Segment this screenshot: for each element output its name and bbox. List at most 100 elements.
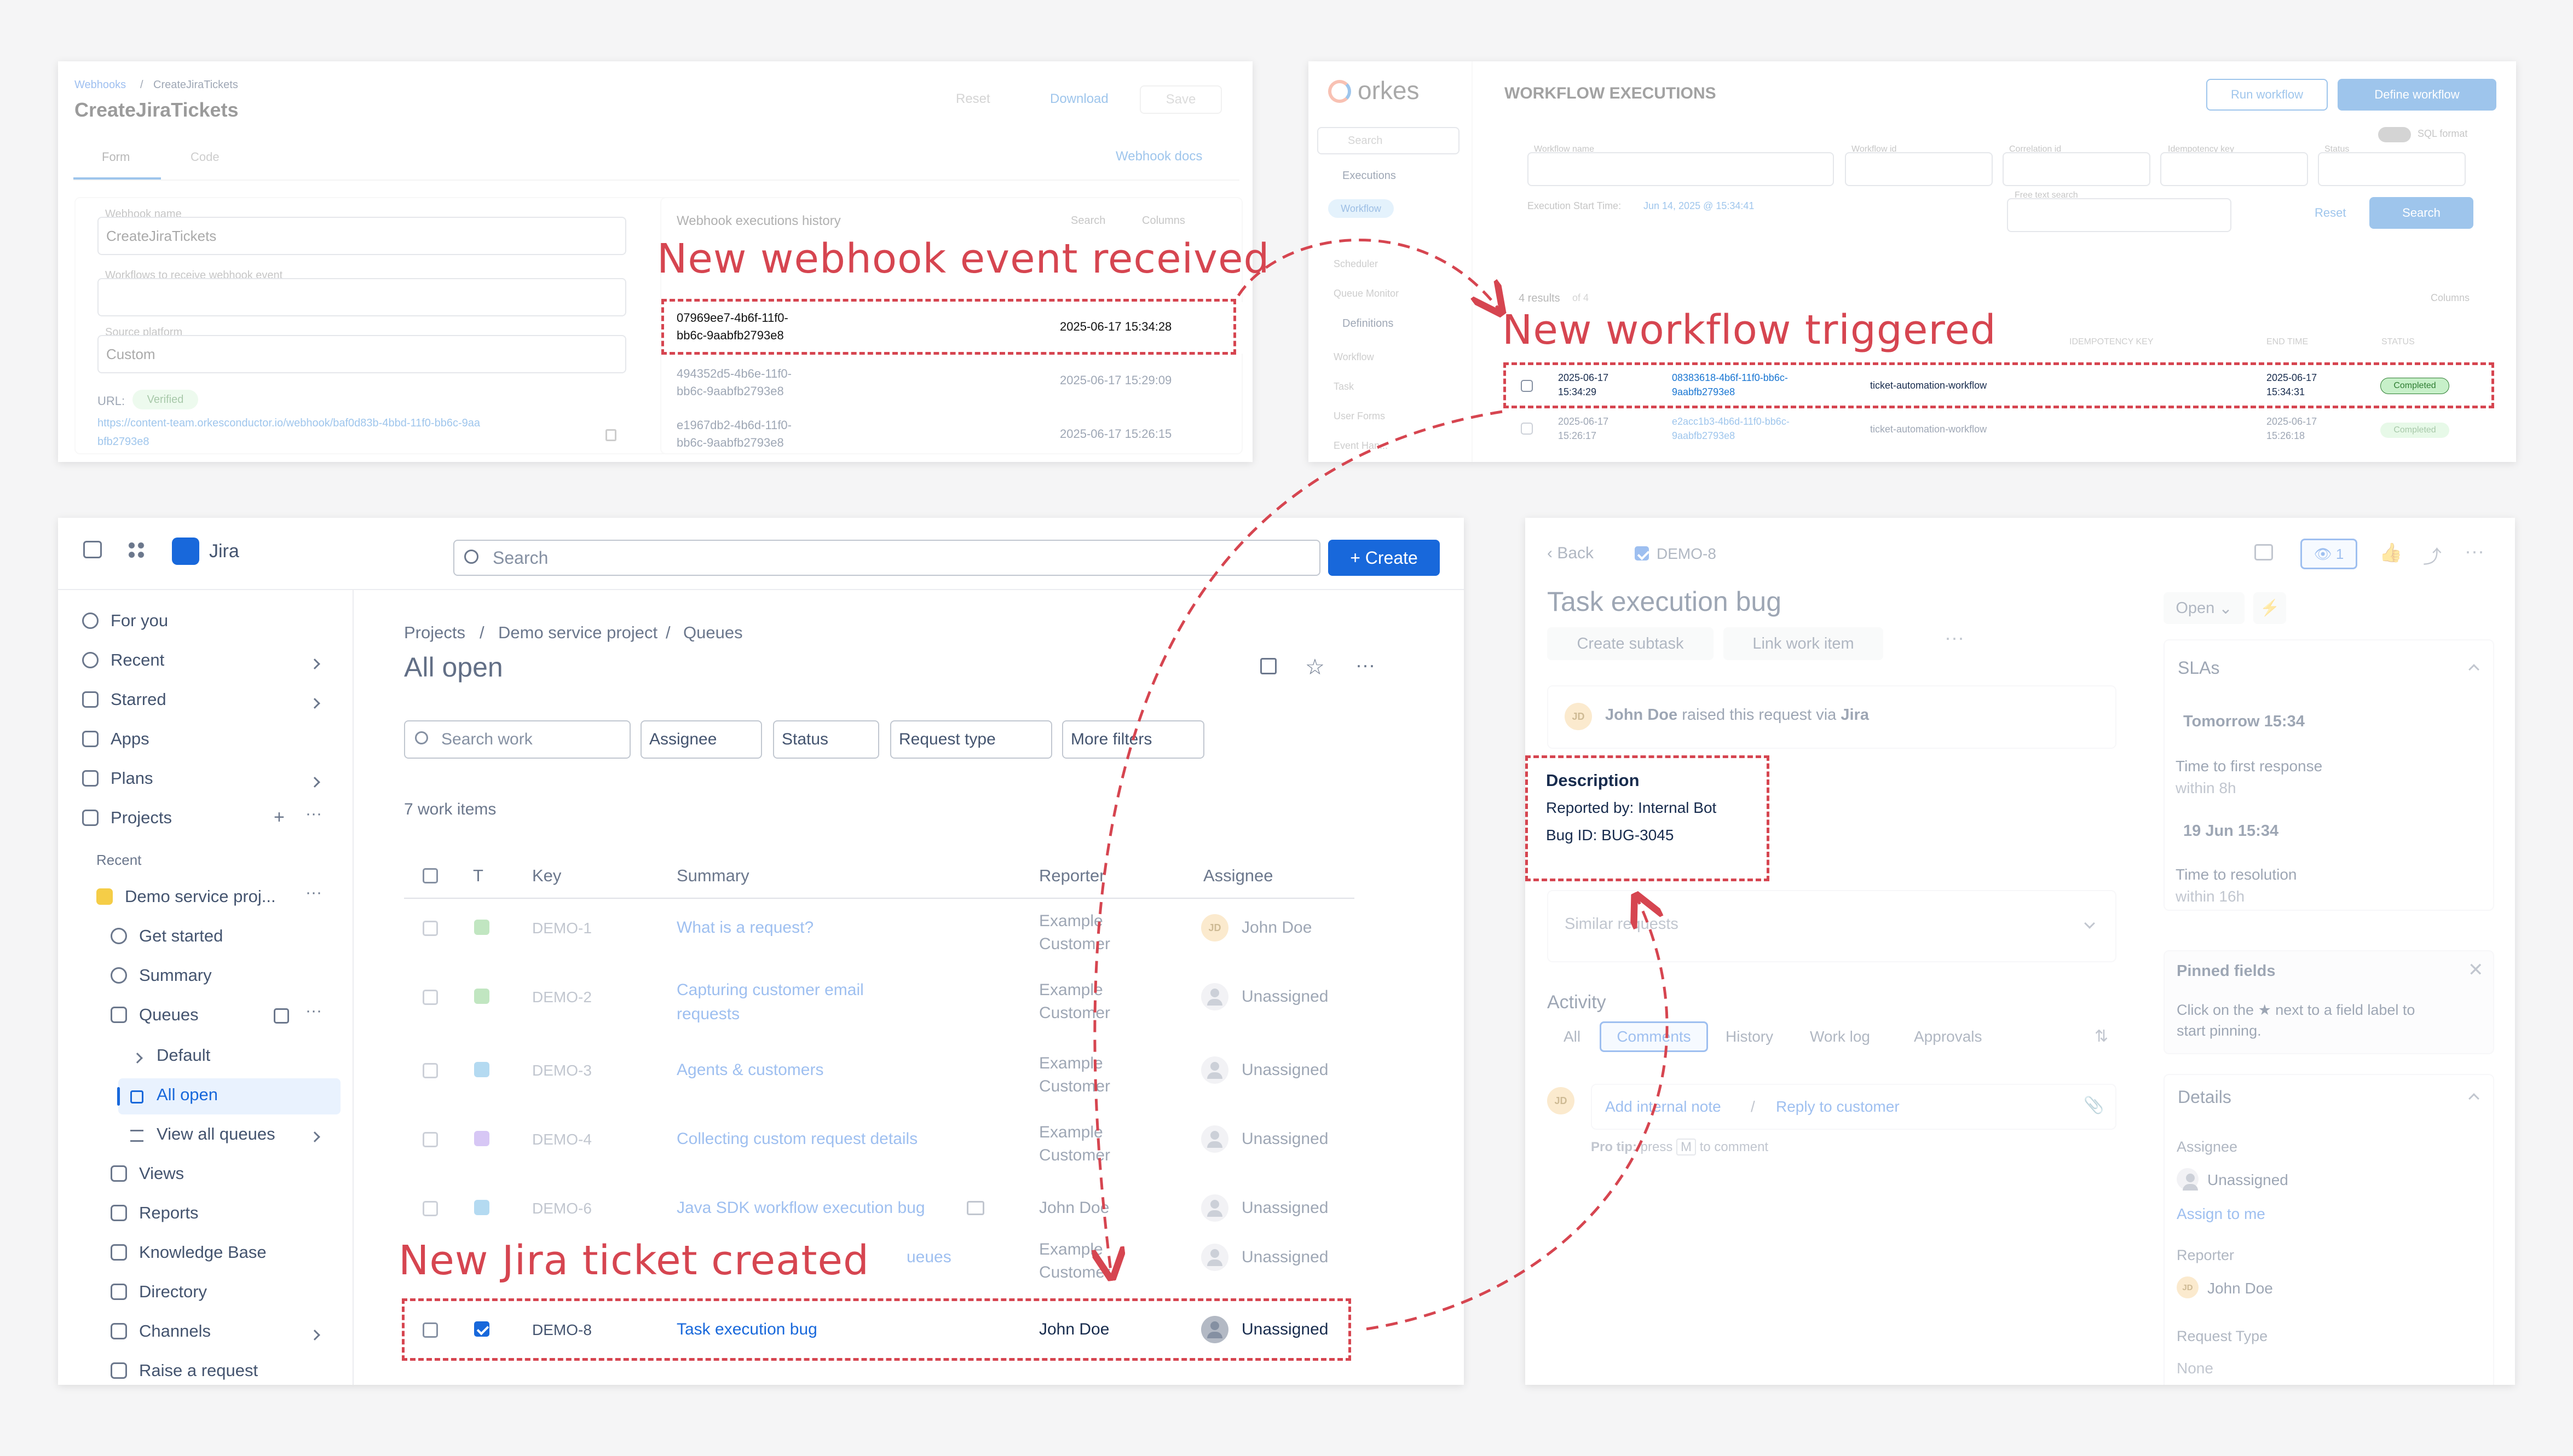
history-search[interactable]: Search (1071, 215, 1105, 227)
more-icon[interactable]: ··· (2465, 540, 2484, 563)
assignee-value[interactable]: Unassigned (2207, 1171, 2288, 1189)
nav-queues[interactable]: Queues (111, 1005, 199, 1025)
attach-icon[interactable]: 📎 (2084, 1096, 2104, 1115)
nav-definitions[interactable]: Definitions (1342, 317, 1393, 330)
tab-form[interactable]: Form (102, 150, 130, 164)
tab-history[interactable]: History (1726, 1028, 1773, 1045)
nav-for-you[interactable]: For you (82, 611, 168, 631)
idempotency-input[interactable] (2160, 152, 2308, 186)
more-icon[interactable]: ··· (305, 883, 322, 902)
reset-button[interactable]: Reset (2315, 206, 2346, 220)
free-text-input[interactable] (2007, 198, 2231, 232)
watch-button[interactable]: 👁 1 (2300, 539, 2357, 569)
nav-get-started[interactable]: Get started (111, 926, 223, 946)
row-checkbox[interactable] (423, 1201, 438, 1216)
nav-all-open-active[interactable] (118, 1078, 341, 1114)
share-icon[interactable] (1260, 658, 1277, 674)
orkes-search[interactable]: Search (1317, 127, 1459, 154)
workflow-name-input[interactable] (1527, 152, 1834, 186)
webhook-name-field[interactable]: CreateJiraTickets (97, 217, 626, 255)
correlation-id-input[interactable] (2003, 152, 2150, 186)
reset-button[interactable]: Reset (956, 91, 990, 107)
ticket-title[interactable]: Task execution bug (1547, 586, 1781, 617)
row-assignee[interactable]: Unassigned (1242, 1130, 1328, 1148)
row-assignee[interactable]: Unassigned (1242, 1248, 1328, 1267)
row-checkbox[interactable] (423, 990, 438, 1005)
assignee-filter[interactable]: Assignee (641, 720, 762, 759)
nav-user-forms[interactable]: User Forms (1334, 411, 1385, 422)
row-summary[interactable]: What is a request? (677, 918, 814, 937)
more-icon[interactable]: ··· (1945, 626, 1964, 649)
webhook-url-line2[interactable]: bfb2793e8 (97, 436, 149, 448)
assign-to-me[interactable]: Assign to me (2177, 1205, 2265, 1223)
nav-scheduler[interactable]: Scheduler (1334, 258, 1378, 270)
row-summary[interactable]: ueues (907, 1248, 951, 1267)
ticket-key[interactable]: DEMO-8 (1657, 545, 1716, 563)
nav-def-workflow[interactable]: Workflow (1334, 351, 1374, 363)
more-filters[interactable]: More filters (1062, 720, 1204, 759)
nav-project[interactable]: Demo service proj... (96, 887, 276, 906)
nav-recent[interactable]: Recent (82, 650, 164, 670)
thumbs-up-icon[interactable]: 👍 (2379, 542, 2402, 564)
tab-code[interactable]: Code (191, 150, 220, 164)
row-checkbox[interactable] (1521, 423, 1533, 435)
request-type-filter[interactable]: Request type (890, 720, 1052, 759)
columns-button[interactable]: Columns (2431, 292, 2470, 304)
row-summary[interactable]: Agents & customers (677, 1061, 823, 1079)
start-time-value[interactable]: Jun 14, 2025 @ 15:34:41 (1643, 200, 1754, 212)
nav-knowledge-base[interactable]: Knowledge Base (111, 1243, 267, 1262)
nav-reports[interactable]: Reports (111, 1203, 199, 1223)
star-icon[interactable]: ☆ (1305, 655, 1325, 680)
more-icon[interactable]: ··· (305, 805, 322, 823)
nav-view-all-queues[interactable]: View all queues (157, 1124, 275, 1144)
workflows-select[interactable] (97, 278, 626, 316)
tab-work-log[interactable]: Work log (1810, 1028, 1870, 1045)
app-switcher-icon[interactable] (127, 541, 146, 559)
row-assignee[interactable]: Unassigned (1242, 987, 1328, 1006)
nav-apps[interactable]: Apps (82, 729, 149, 749)
row-checkbox[interactable] (423, 1063, 438, 1078)
comment-icon[interactable] (2254, 544, 2273, 561)
row-summary[interactable]: Collecting custom request details (677, 1130, 918, 1148)
run-workflow-button[interactable]: Run workflow (2206, 79, 2328, 111)
nav-event-handler[interactable]: Event Han... (1334, 440, 1388, 452)
nav-channels[interactable]: Channels (111, 1321, 211, 1341)
reporter-value[interactable]: John Doe (2207, 1280, 2273, 1297)
more-icon[interactable]: ··· (305, 1002, 322, 1020)
row-assignee[interactable]: Unassigned (1242, 1199, 1328, 1217)
new-queue-icon[interactable] (274, 1008, 289, 1024)
breadcrumb-queues[interactable]: Queues (683, 623, 743, 643)
nav-all-open[interactable]: All open (157, 1085, 218, 1105)
nav-queue-monitor[interactable]: Queue Monitor (1334, 288, 1399, 299)
automation-button[interactable]: ⚡ (2253, 592, 2286, 624)
back-link[interactable]: ‹ Back (1547, 544, 1594, 563)
history-columns[interactable]: Columns (1142, 215, 1185, 227)
reply-to-customer[interactable]: Reply to customer (1776, 1098, 1900, 1116)
add-internal-note[interactable]: Add internal note (1605, 1098, 1721, 1116)
search-button[interactable]: Search (2369, 197, 2473, 229)
download-button[interactable]: Download (1050, 91, 1109, 107)
nav-default[interactable]: Default (157, 1045, 210, 1065)
webhook-url-line1[interactable]: https://content-team.orkesconductor.io/w… (97, 417, 480, 430)
row-summary[interactable]: Java SDK workflow execution bug (677, 1199, 925, 1217)
workflow-id-l1[interactable]: e2acc1b3-4b6d-11f0-bb6c- (1672, 416, 1790, 427)
webhook-docs-link[interactable]: Webhook docs (1116, 149, 1202, 164)
select-all-checkbox[interactable] (423, 868, 438, 883)
status-button[interactable]: Open ⌄ (2164, 592, 2245, 624)
share-icon[interactable]: ⤴ (2423, 542, 2442, 569)
tab-all[interactable]: All (1564, 1028, 1580, 1045)
nav-raise-request[interactable]: Raise a request (111, 1361, 258, 1380)
nav-workflow[interactable]: Workflow (1328, 199, 1394, 218)
status-select[interactable] (2318, 152, 2466, 186)
sql-toggle[interactable] (2378, 127, 2411, 142)
row-checkbox[interactable] (423, 1132, 438, 1147)
sort-icon[interactable]: ⇅ (2095, 1027, 2108, 1046)
nav-plans[interactable]: Plans (82, 769, 153, 788)
workflow-id-input[interactable] (1845, 152, 1993, 186)
workflow-id-l2[interactable]: 9aabfb2793e8 (1672, 430, 1735, 442)
define-workflow-button[interactable]: Define workflow (2338, 79, 2496, 111)
link-work-item-button[interactable]: Link work item (1723, 627, 1883, 660)
request-type-value[interactable]: None (2177, 1360, 2213, 1377)
source-platform-select[interactable]: Custom (97, 335, 626, 373)
tab-comments[interactable]: Comments (1600, 1021, 1708, 1052)
